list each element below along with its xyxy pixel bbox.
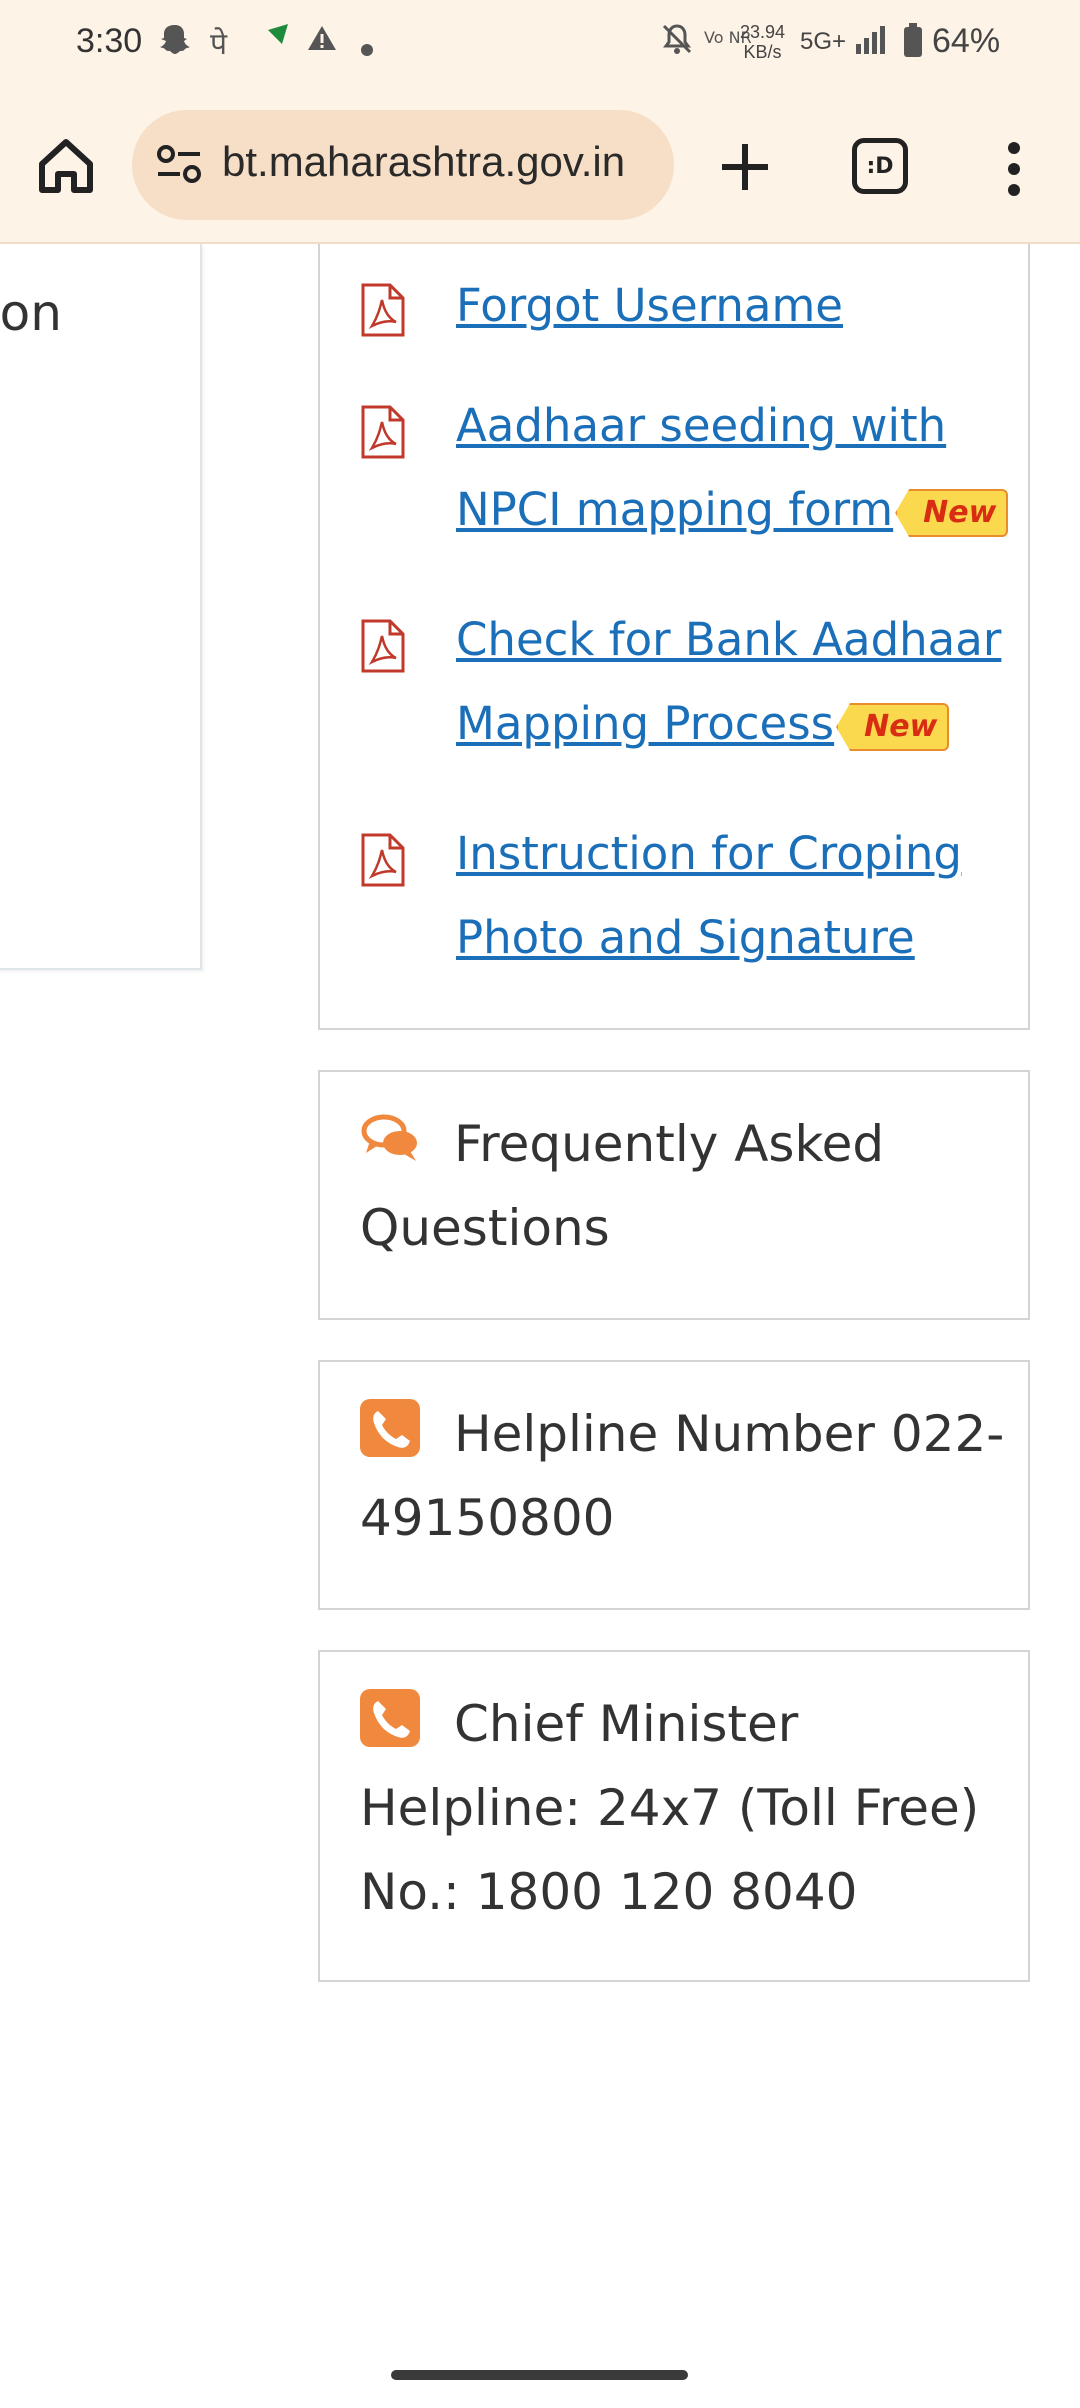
faq-card-body: Frequently Asked Questions (360, 1102, 1010, 1270)
downloads-list: Forgot Username Aadhaar seeding with NPC… (318, 244, 1030, 1030)
new-badge: New (895, 489, 1009, 537)
battery-icon (902, 22, 924, 66)
url-text: bt.maharashtra.gov.in (222, 138, 626, 185)
helpline-card-body: Helpline Number 022-49150800 (360, 1392, 1010, 1560)
list-item: Check for Bank Aadhaar Mapping Process Ne… (320, 598, 1032, 778)
gesture-home-indicator[interactable] (391, 2370, 688, 2380)
status-time: 3:30 (76, 22, 143, 60)
warning-icon (306, 22, 338, 62)
address-bar[interactable]: bt.maharashtra.gov.in (132, 110, 674, 220)
link-instruction-croping-photo-signature[interactable]: Instruction for Croping Photo and Signat… (456, 812, 1016, 980)
overflow-menu-button[interactable] (994, 134, 1034, 204)
data-speed: 23.94 KB/s (740, 22, 785, 62)
helpline-card[interactable]: Helpline Number 022-49150800 (318, 1360, 1030, 1610)
link-label: Aadhaar seeding with NPCI mapping form (456, 399, 947, 536)
network-type: 5G+ (800, 28, 847, 55)
cm-helpline-label: Chief Minister Helpline: 24x7 (Toll Free… (360, 1695, 980, 1921)
bell-off-icon (660, 22, 694, 64)
data-speed-unit: KB/s (743, 42, 782, 62)
pdf-icon (361, 405, 405, 459)
phone-icon (360, 1399, 420, 1457)
link-forgot-username[interactable]: Forgot Username (456, 264, 1016, 348)
plus-icon (722, 144, 768, 190)
link-label: Instruction for Croping Photo and Signat… (456, 827, 962, 964)
flag-icon (264, 22, 294, 60)
data-speed-value: 23.94 (740, 22, 786, 42)
pdf-icon (361, 833, 405, 887)
battery-percent: 64% (932, 22, 1001, 60)
chat-bubbles-icon (361, 1114, 417, 1161)
more-vert-icon (1008, 142, 1020, 196)
cm-helpline-card[interactable]: Chief Minister Helpline: 24x7 (Toll Free… (318, 1650, 1030, 1982)
hindi-glyph: पे (210, 27, 228, 62)
pdf-icon (361, 283, 405, 337)
phone-icon (360, 1689, 420, 1747)
new-tab-button[interactable] (710, 132, 780, 202)
list-item: Forgot Username (320, 264, 1032, 364)
cm-helpline-card-body: Chief Minister Helpline: 24x7 (Toll Free… (360, 1682, 1010, 1934)
status-bar: 3:30 पे Vo NR 23.94 KB/s 5G+ 64% (0, 0, 1080, 90)
snapchat-icon (158, 22, 192, 64)
helpline-label: Helpline Number 022-49150800 (360, 1405, 1005, 1547)
signal-icon (854, 22, 888, 64)
pdf-icon (361, 619, 405, 673)
site-settings-icon[interactable] (154, 142, 204, 188)
link-aadhaar-seeding-npci-form[interactable]: Aadhaar seeding with NPCI mapping form Ne… (456, 384, 1016, 552)
link-label: Forgot Username (456, 279, 843, 332)
browser-toolbar: bt.maharashtra.gov.in :D (0, 90, 1080, 244)
home-button[interactable] (30, 130, 102, 202)
faq-card[interactable]: Frequently Asked Questions (318, 1070, 1030, 1320)
tab-switcher-button[interactable]: :D (852, 138, 908, 194)
left-content-panel: ton (0, 244, 202, 970)
list-item: Aadhaar seeding with NPCI mapping form Ne… (320, 384, 1032, 564)
dot-icon (360, 30, 374, 65)
faq-label: Frequently Asked Questions (360, 1115, 885, 1257)
new-badge: New (836, 703, 950, 751)
link-bank-aadhaar-mapping-process[interactable]: Check for Bank Aadhaar Mapping Process Ne… (456, 598, 1016, 766)
home-icon (39, 139, 93, 193)
clipped-text: ton (0, 284, 62, 342)
list-item: Instruction for Croping Photo and Signat… (320, 812, 1032, 992)
